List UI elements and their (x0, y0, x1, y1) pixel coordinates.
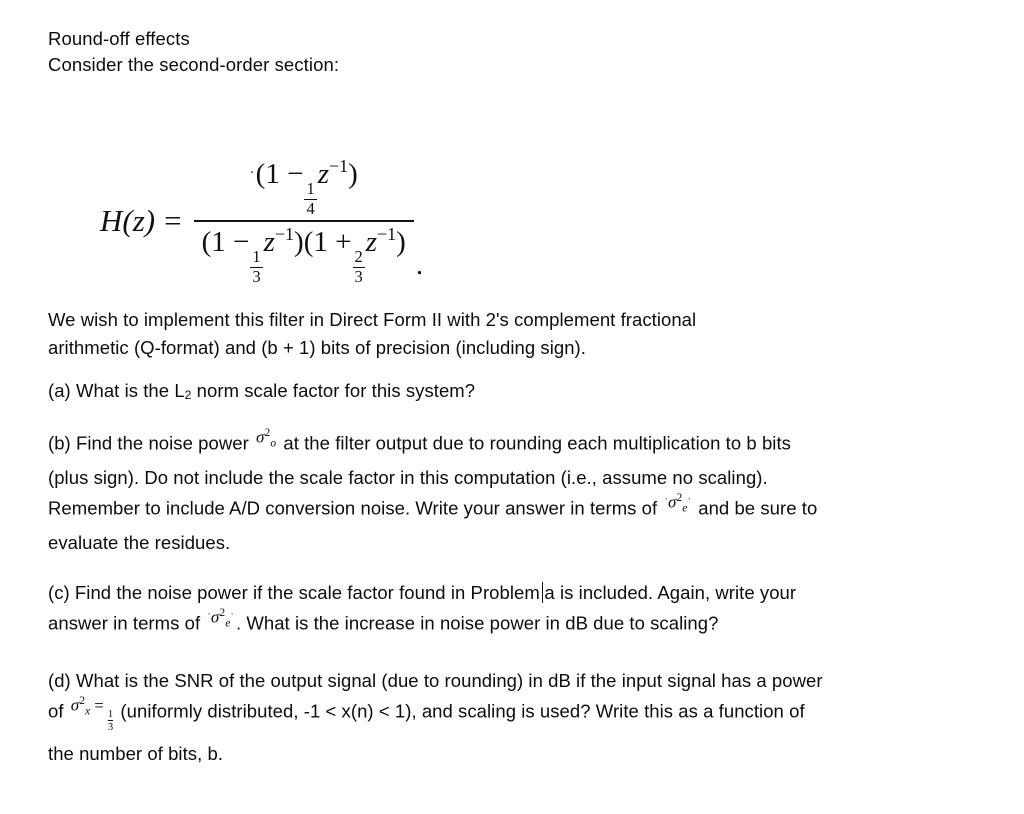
equation-denominator: (1 −1 3 z−1)(1 +2 3 z−1) (194, 222, 414, 288)
equation-trailing-period: . (415, 249, 424, 282)
part-a-text-post: norm scale factor for this system? (191, 380, 476, 401)
denominator-plus: + (335, 226, 352, 259)
denominator-minus: − (233, 226, 250, 259)
question-part-b: (b) Find the noise power σ2o at the filt… (48, 426, 988, 557)
part-d-segment-4: the number of bits, b. (48, 742, 224, 764)
implementation-line-2: arithmetic (Q-format) and (b + 1) bits o… (48, 336, 586, 358)
noise-power-sigma-o-math: σ2o (254, 419, 278, 457)
equation-lhs: H(z) (100, 203, 156, 239)
noise-power-sigma-e-math-c: ·σ2e· (205, 599, 236, 637)
denominator-coefficient-2-num: 2 (354, 247, 363, 267)
part-b-segment-5: and be sure to (698, 498, 818, 520)
part-b-segment-1: (b) Find the noise power (48, 432, 249, 454)
math-dot-artifact-right: · (687, 494, 692, 506)
one-third-fraction: 13 (107, 708, 114, 733)
numerator-coefficient-den: 4 (306, 199, 315, 219)
fraction-numerator: 1 (107, 708, 114, 720)
part-b-segment-2: at the filter output due to rounding eac… (283, 432, 791, 454)
denominator-z-variable-1: z (263, 226, 275, 259)
input-signal-power-math: σ2x = 1 3 (69, 687, 115, 733)
numerator-coefficient-fraction: 14 (304, 179, 317, 219)
part-b-segment-4: Remember to include A/D conversion noise… (48, 498, 658, 520)
transfer-function-equation: H(z) = ·(1 −1 4 z−1) (1 −1 3 z−1)(1 +2 3 z−1) … (48, 154, 988, 285)
part-c-segment-3: answer in terms of (48, 613, 201, 635)
math-equals-sign: = (94, 695, 104, 715)
denominator-open-paren-2: (1 (303, 226, 336, 259)
equation-fraction: ·(1 −1 4 z−1) (1 −1 3 z−1)(1 +2 3 z−1) (193, 154, 414, 288)
denominator-z-variable-2: z (365, 226, 378, 259)
document-page: Round-off effects Consider the second-or… (0, 0, 1024, 814)
implementation-paragraph: We wish to implement this filter in Dire… (48, 306, 988, 361)
intro-line: Consider the second-order section: (48, 54, 340, 75)
denominator-coefficient-fraction-1: 13 (250, 247, 263, 287)
fraction-denominator: 3 (107, 721, 114, 733)
numerator-z-variable: z (317, 158, 329, 191)
part-d-segment-3: (uniformly distributed, -1 < x(n) < 1), … (120, 700, 805, 722)
numerator-coefficient-num: 1 (306, 179, 315, 199)
denominator-open-paren-1: (1 (201, 226, 234, 259)
denominator-coefficient-1-num: 1 (252, 247, 261, 267)
question-part-a: (a) What is the L2 norm scale factor for… (48, 377, 988, 410)
part-a-text-pre: (a) What is the L (48, 380, 185, 401)
sigma-symbol: σ (70, 695, 80, 715)
part-b-segment-6: evaluate the residues. (48, 532, 231, 554)
numerator-open-paren: (1 (255, 158, 288, 191)
page-title: Round-off effects (48, 28, 190, 49)
denominator-coefficient-1-den: 3 (252, 267, 261, 287)
denominator-z-exponent-2: −1 (377, 223, 397, 244)
document-body[interactable]: Round-off effects Consider the second-or… (48, 26, 988, 783)
equation-numerator: ·(1 −1 4 z−1) (242, 154, 366, 220)
part-d-segment-1: (d) What is the SNR of the output signal… (48, 669, 823, 691)
denominator-close-paren-2: ) (396, 226, 406, 259)
question-part-d: (d) What is the SNR of the output signal… (48, 667, 988, 768)
denominator-coefficient-fraction-2: 23 (352, 247, 365, 287)
question-part-c: (c) Find the noise power if the scale fa… (48, 579, 988, 645)
part-c-problem-reference: a (544, 581, 555, 603)
denominator-coefficient-2-den: 3 (354, 267, 363, 287)
part-b-segment-3: (plus sign). Do not include the scale fa… (48, 466, 768, 488)
implementation-line-1: We wish to implement this filter in Dire… (48, 309, 697, 330)
numerator-minus: − (287, 158, 304, 191)
part-c-segment-1: (c) Find the noise power if the scale fa… (48, 581, 540, 603)
part-d-segment-2: of (48, 700, 64, 722)
sigma-subscript: o (270, 436, 277, 450)
numerator-z-exponent: −1 (328, 156, 349, 176)
numerator-close-paren: ) (348, 158, 358, 191)
math-dot-artifact-right: · (230, 609, 234, 621)
part-c-segment-2: is included. Again, write your (559, 581, 797, 603)
equation-equals-sign: = (164, 203, 182, 239)
noise-power-sigma-e-math-b: ·σ2e· (662, 484, 693, 522)
denominator-z-exponent-1: −1 (274, 223, 295, 244)
part-c-segment-4: . What is the increase in noise power in… (235, 613, 719, 635)
denominator-close-paren-1: ) (294, 226, 304, 259)
